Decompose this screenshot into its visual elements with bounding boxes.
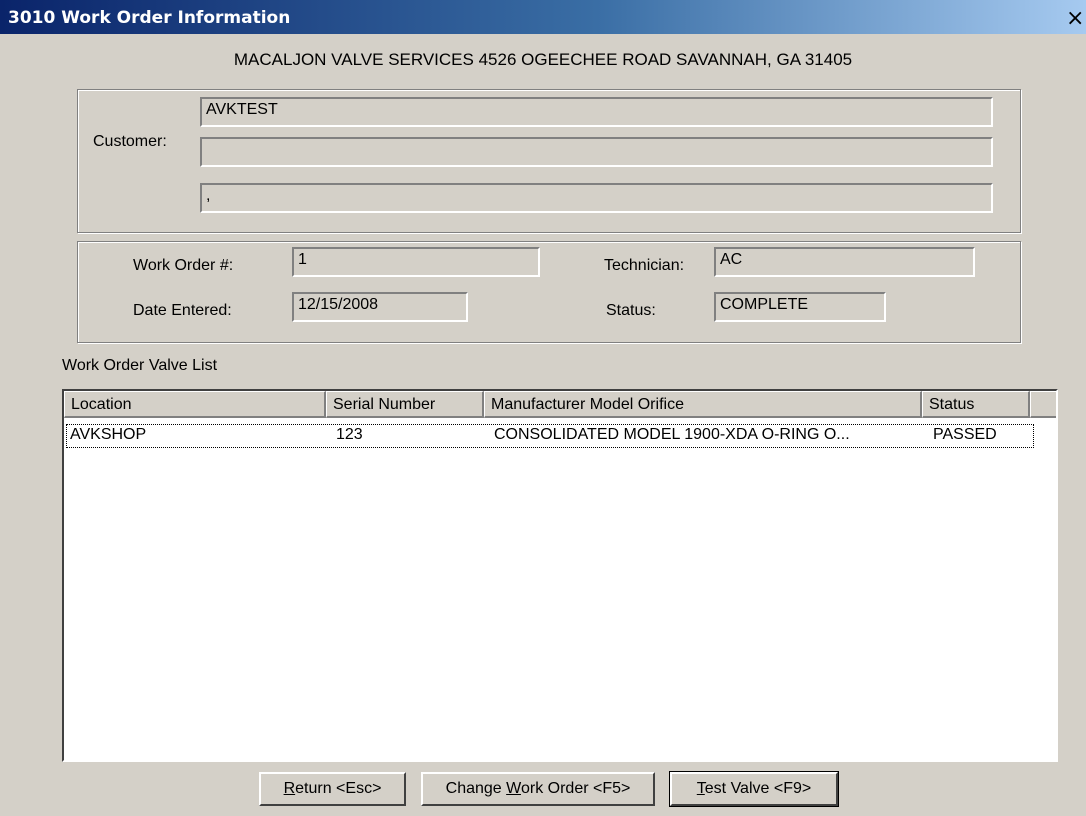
- title-bar[interactable]: 3010 Work Order Information: [0, 0, 1086, 34]
- customer-name-field[interactable]: AVKTEST: [200, 97, 993, 127]
- test-valve-button[interactable]: Test Valve <F9>: [669, 771, 839, 807]
- cell-manufacturer-model-orifice: CONSOLIDATED MODEL 1900-XDA O-RING O...: [494, 426, 850, 443]
- window-title: 3010 Work Order Information: [8, 8, 291, 28]
- cell-status: PASSED: [933, 426, 997, 443]
- test-label: est Valve <F9>: [704, 780, 812, 797]
- customer-address-field[interactable]: [200, 137, 993, 167]
- change-mnemonic: W: [506, 780, 521, 797]
- column-header-location[interactable]: Location: [64, 391, 326, 418]
- work-order-number-label: Work Order #:: [133, 257, 234, 274]
- technician-field[interactable]: AC: [714, 247, 975, 277]
- column-header-manufacturer-model-orifice[interactable]: Manufacturer Model Orifice: [484, 391, 922, 418]
- customer-label: Customer:: [93, 133, 167, 150]
- close-icon[interactable]: ×: [1066, 8, 1086, 32]
- return-label: eturn <Esc>: [295, 780, 382, 797]
- test-mnemonic: T: [696, 780, 705, 797]
- change-work-order-button[interactable]: Change Work Order <F5>: [421, 772, 655, 806]
- cell-location: AVKSHOP: [70, 426, 147, 443]
- company-address: MACALJON VALVE SERVICES 4526 OGEECHEE RO…: [233, 50, 853, 69]
- status-label: Status:: [606, 302, 656, 319]
- column-header-filler: [1030, 391, 1056, 418]
- customer-city-field[interactable]: ,: [200, 183, 993, 213]
- change-label-prefix: Change: [445, 780, 507, 797]
- status-field[interactable]: COMPLETE: [714, 292, 886, 322]
- return-mnemonic: R: [283, 780, 296, 797]
- work-order-window: 3010 Work Order Information × MACALJON V…: [0, 0, 1086, 816]
- column-header-serial-number[interactable]: Serial Number: [326, 391, 484, 418]
- cell-serial-number: 123: [336, 426, 363, 443]
- return-button[interactable]: Return <Esc>: [259, 772, 406, 806]
- valve-list[interactable]: Location Serial Number Manufacturer Mode…: [62, 389, 1058, 762]
- change-label: ork Order <F5>: [520, 780, 631, 797]
- work-order-number-field[interactable]: 1: [292, 247, 540, 277]
- date-entered-label: Date Entered:: [133, 302, 232, 319]
- column-header-status[interactable]: Status: [922, 391, 1030, 418]
- date-entered-field[interactable]: 12/15/2008: [292, 292, 468, 322]
- table-row[interactable]: AVKSHOP 123 CONSOLIDATED MODEL 1900-XDA …: [66, 424, 1034, 448]
- technician-label: Technician:: [604, 257, 685, 274]
- valve-list-title: Work Order Valve List: [62, 357, 218, 374]
